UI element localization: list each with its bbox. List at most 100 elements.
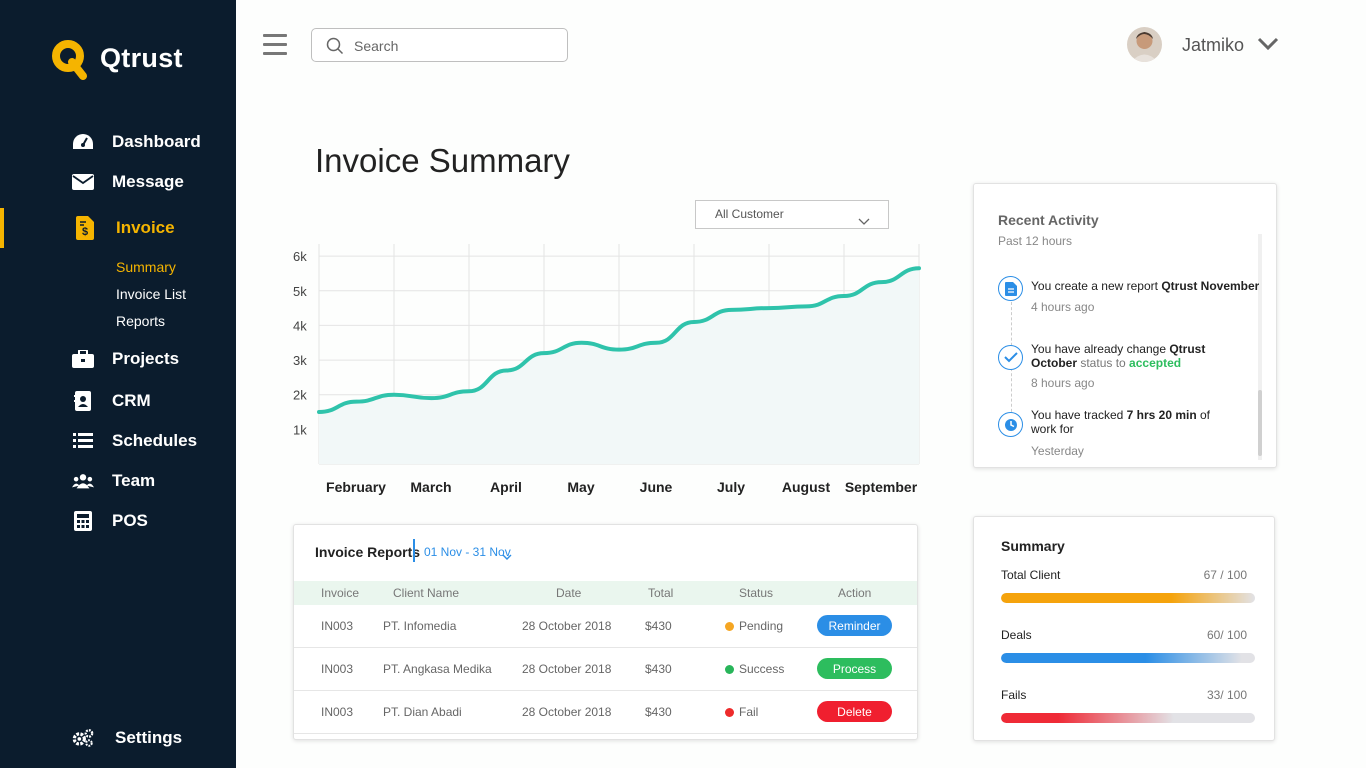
y-tick-label: 4k — [293, 318, 307, 333]
chevron-down-icon[interactable] — [502, 548, 512, 566]
check-icon — [998, 345, 1023, 370]
sidebar-item-settings[interactable]: Settings — [0, 718, 236, 758]
summary-value: 60/ 100 — [1206, 628, 1247, 642]
status-cell: Success — [739, 662, 785, 676]
table-row[interactable]: IN003 PT. Infomedia 28 October 2018 $430 Pen… — [294, 605, 917, 648]
activity-text-part: You create a new report — [1031, 279, 1162, 293]
sidebar: Qtrust Dashboard Message $ Invoice Summa… — [0, 0, 236, 768]
activity-text: work for — [1031, 422, 1074, 436]
activity-title: Recent Activity — [998, 212, 1099, 228]
date-cell: 28 October 2018 — [522, 619, 612, 633]
activity-time: 4 hours ago — [1031, 300, 1095, 314]
invoice-chart: 6k 5k 4k 3k 2k 1k February March April May June Jul… — [293, 244, 921, 495]
column-header: Client Name — [393, 586, 460, 600]
summary-label: Deals — [1001, 628, 1032, 642]
qtrust-logo-icon — [50, 38, 90, 80]
table-row[interactable]: IN003 PT. Dian Abadi 28 October 2018 $430 Fa… — [294, 691, 917, 734]
summary-label: Fails — [1001, 688, 1027, 702]
summary-card: Summary Total Client 67 / 100 Deals 60/ 100… — [973, 516, 1275, 741]
document-icon — [998, 276, 1023, 301]
activity-text-part: status to — [1077, 356, 1130, 370]
invoice-reports-card: Invoice Reports 01 Nov - 31 Nov Invoice … — [293, 524, 918, 740]
invoice-cell: IN003 — [321, 662, 354, 676]
column-header: Total — [648, 586, 674, 600]
invoice-subnav: Summary Invoice List Reports — [116, 256, 186, 337]
progress-track — [1001, 713, 1255, 723]
sidebar-item-schedules[interactable]: Schedules — [0, 421, 236, 461]
y-tick-label: 3k — [293, 353, 307, 368]
subnav-item-invoice-list[interactable]: Invoice List — [116, 283, 186, 310]
hamburger-line — [263, 34, 287, 37]
username[interactable]: Jatmiko — [1182, 35, 1244, 56]
client-cell: PT. Dian Abadi — [383, 705, 462, 719]
sidebar-item-label: CRM — [112, 391, 151, 410]
hamburger-line — [263, 43, 287, 46]
svg-text:$: $ — [82, 226, 88, 238]
sidebar-item-team[interactable]: Team — [0, 461, 236, 501]
sidebar-item-invoice[interactable]: $ Invoice — [0, 208, 236, 248]
customer-filter-value: All Customer — [715, 207, 784, 221]
brand-name: Qtrust — [100, 42, 183, 73]
sidebar-item-dashboard[interactable]: Dashboard — [0, 122, 236, 162]
activity-text: You have tracked 7 hrs 20 min of — [1031, 408, 1210, 422]
reminder-button[interactable]: Reminder — [817, 615, 892, 636]
x-tick-label: June — [640, 479, 673, 495]
sidebar-item-pos[interactable]: POS — [0, 501, 236, 541]
subnav-item-summary[interactable]: Summary — [116, 256, 186, 283]
search-box — [311, 28, 568, 62]
y-tick-label: 6k — [293, 249, 307, 264]
y-tick-label: 1k — [293, 422, 307, 437]
activity-text-part: You have tracked — [1031, 408, 1127, 422]
activity-text: October status to accepted — [1031, 356, 1182, 370]
app: Qtrust Dashboard Message $ Invoice Summa… — [0, 0, 1366, 768]
x-tick-label: September — [845, 479, 918, 495]
sidebar-item-crm[interactable]: CRM — [0, 381, 236, 421]
page-title: Invoice Summary — [315, 142, 570, 179]
progress-track — [1001, 653, 1255, 663]
activity-text-bold: 7 hrs 20 min — [1126, 408, 1197, 422]
reports-date-range[interactable]: 01 Nov - 31 Nov — [424, 545, 511, 559]
reports-title: Invoice Reports — [315, 544, 421, 560]
sidebar-item-message[interactable]: Message — [0, 162, 236, 202]
chevron-down-icon[interactable] — [1257, 36, 1279, 57]
x-tick-label: March — [410, 479, 451, 495]
sidebar-item-label: Invoice — [116, 218, 175, 237]
invoice-cell: IN003 — [321, 705, 354, 719]
activity-text-bold: Qtrust — [1169, 342, 1206, 356]
summary-label: Total Client — [1001, 568, 1061, 582]
process-button[interactable]: Process — [817, 658, 892, 679]
sidebar-item-label: Message — [112, 172, 184, 191]
summary-value: 33/ 100 — [1206, 688, 1247, 702]
invoice-cell: IN003 — [321, 619, 354, 633]
activity-time: Yesterday — [1031, 444, 1084, 458]
sidebar-item-label: POS — [112, 511, 148, 530]
customer-filter-select[interactable]: All Customer — [695, 200, 889, 229]
team-icon — [72, 470, 94, 492]
chevron-down-icon — [858, 209, 870, 236]
activity-text: You create a new report Qtrust November — [1031, 279, 1259, 293]
delete-button[interactable]: Delete — [817, 701, 892, 722]
column-header: Date — [556, 586, 582, 600]
table-row[interactable]: IN003 PT. Angkasa Medika 28 October 2018 $4… — [294, 648, 917, 691]
y-tick-label: 5k — [293, 284, 307, 299]
sidebar-item-label: Schedules — [112, 431, 198, 450]
sidebar-item-label: Settings — [115, 728, 183, 747]
menu-toggle-button[interactable] — [263, 34, 287, 56]
search-icon[interactable] — [326, 37, 344, 60]
summary-value: 67 / 100 — [1203, 568, 1247, 582]
search-input[interactable] — [354, 35, 554, 57]
date-cell: 28 October 2018 — [522, 662, 612, 676]
brand[interactable]: Qtrust — [50, 38, 183, 80]
sidebar-item-projects[interactable]: Projects — [0, 339, 236, 379]
hamburger-line — [263, 52, 287, 55]
progress-fill — [1001, 713, 1174, 723]
y-tick-label: 2k — [293, 388, 307, 403]
x-tick-label: July — [717, 479, 745, 495]
avatar[interactable] — [1127, 27, 1162, 62]
sidebar-item-label: Team — [112, 471, 156, 490]
list-icon — [72, 430, 94, 452]
clock-icon — [998, 412, 1023, 437]
briefcase-icon — [72, 348, 94, 370]
contact-book-icon — [72, 390, 94, 412]
subnav-item-reports[interactable]: Reports — [116, 310, 186, 337]
